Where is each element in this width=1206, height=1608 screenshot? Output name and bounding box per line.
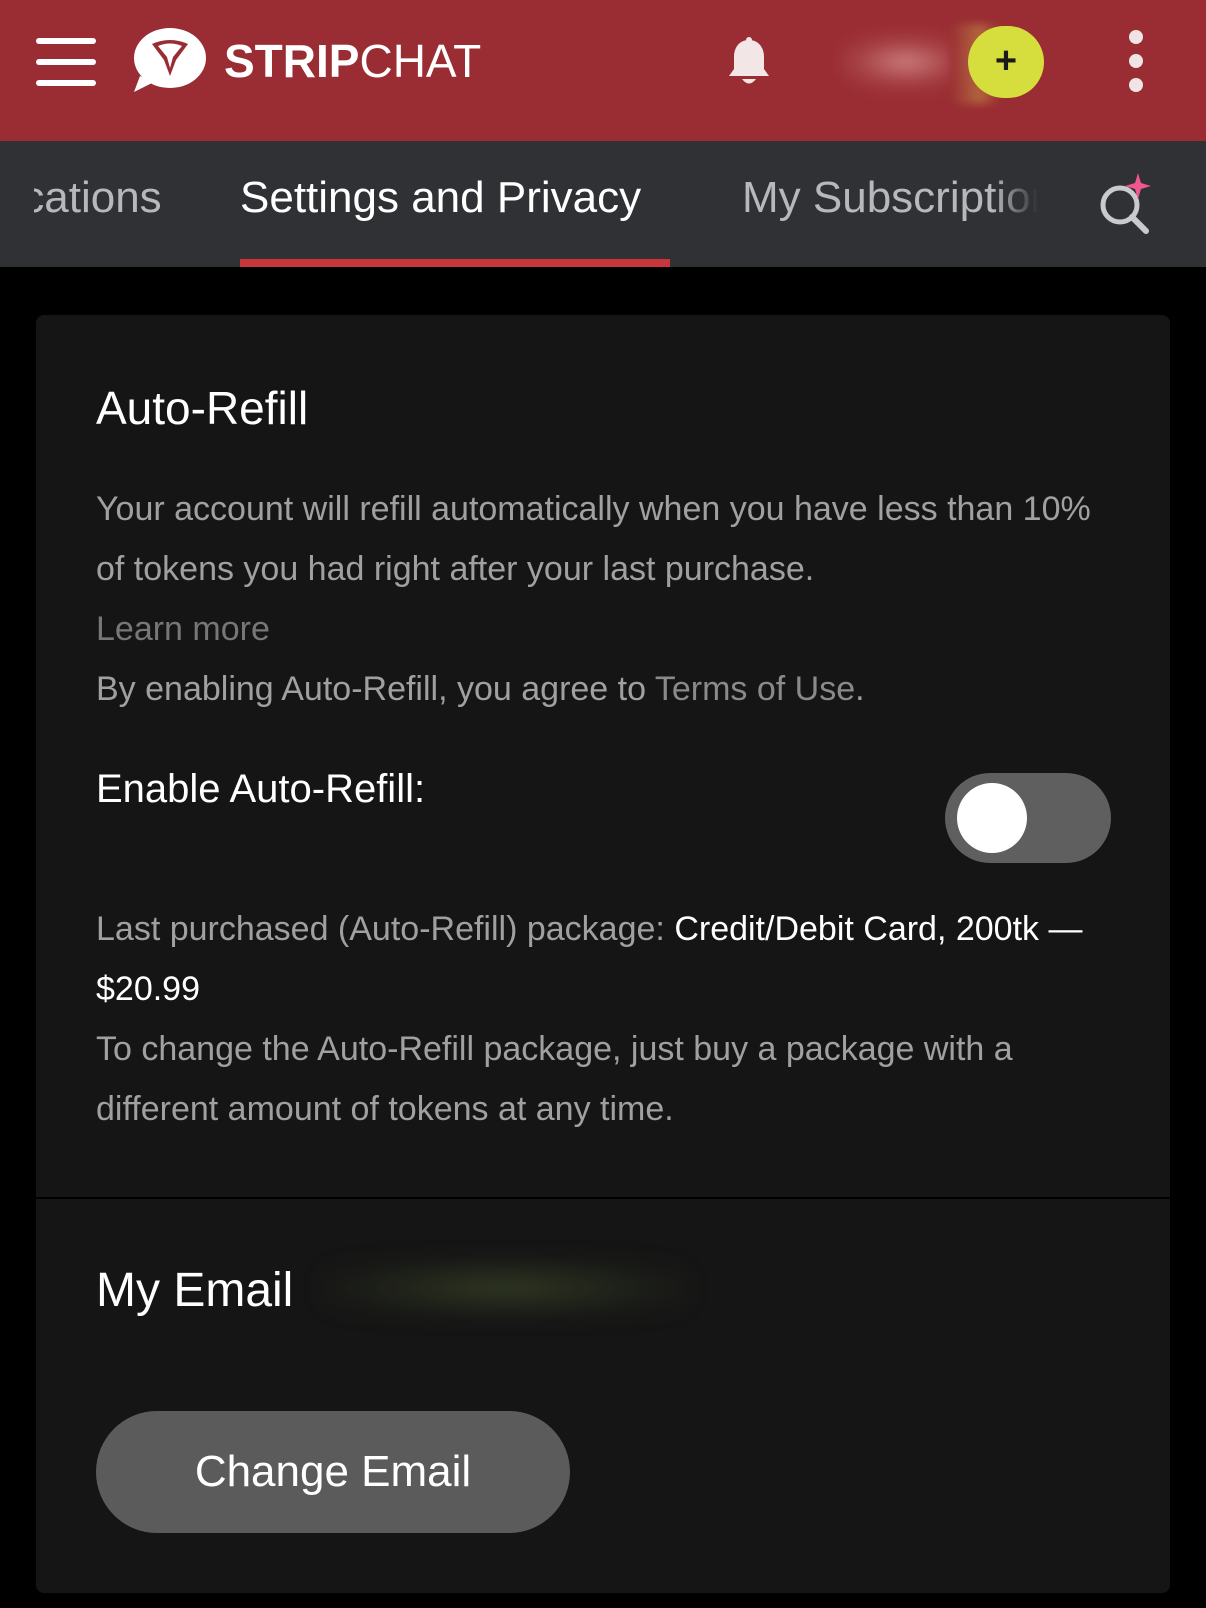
brand-name: STRIPCHAT <box>224 35 482 87</box>
terms-agreement-suffix: . <box>855 670 865 708</box>
auto-refill-description: Your account will refill automatically w… <box>96 490 1091 588</box>
learn-more-link[interactable]: Learn more <box>96 599 270 659</box>
auto-refill-card: Auto-Refill Your account will refill aut… <box>36 315 1170 1197</box>
hamburger-icon[interactable] <box>36 38 96 86</box>
last-purchase-label: Last purchased (Auto-Refill) package: <box>96 910 675 948</box>
plus-icon: + <box>994 40 1018 82</box>
terms-agreement: By enabling Auto-Refill, you agree to Te… <box>96 659 865 719</box>
stripchat-logo-icon <box>134 28 206 92</box>
active-tab-indicator <box>240 259 670 267</box>
change-email-button[interactable]: Change Email <box>96 1411 570 1533</box>
settings-tabs: Notifications Settings and Privacy My Su… <box>0 141 1206 267</box>
my-email-card: My Email Change Email <box>36 1199 1170 1593</box>
tab-my-subscriptions[interactable]: My Subscriptions <box>742 173 1038 223</box>
auto-refill-toggle[interactable] <box>945 773 1111 863</box>
tab-notifications[interactable]: Notifications <box>34 173 170 223</box>
top-header: STRIPCHAT + <box>0 0 1206 141</box>
tab-settings-and-privacy[interactable]: Settings and Privacy <box>240 173 641 223</box>
my-email-title: My Email <box>96 1264 294 1317</box>
ai-search-icon[interactable] <box>1094 171 1158 237</box>
last-purchased-package: Last purchased (Auto-Refill) package: Cr… <box>96 899 1106 1019</box>
email-address-blurred <box>320 1257 690 1319</box>
toggle-knob <box>957 783 1027 853</box>
stripchat-logo[interactable]: STRIPCHAT <box>130 26 481 96</box>
terms-of-use-link[interactable]: Terms of Use <box>655 670 855 708</box>
buy-tokens-button[interactable]: + <box>968 26 1044 98</box>
enable-auto-refill-label: Enable Auto-Refill: <box>96 767 426 811</box>
bell-icon[interactable] <box>726 36 772 88</box>
change-package-note: To change the Auto-Refill package, just … <box>96 1030 1013 1128</box>
terms-agreement-prefix: By enabling Auto-Refill, you agree to <box>96 670 655 708</box>
auto-refill-title: Auto-Refill <box>96 382 309 434</box>
kebab-menu-icon[interactable] <box>1124 30 1148 94</box>
